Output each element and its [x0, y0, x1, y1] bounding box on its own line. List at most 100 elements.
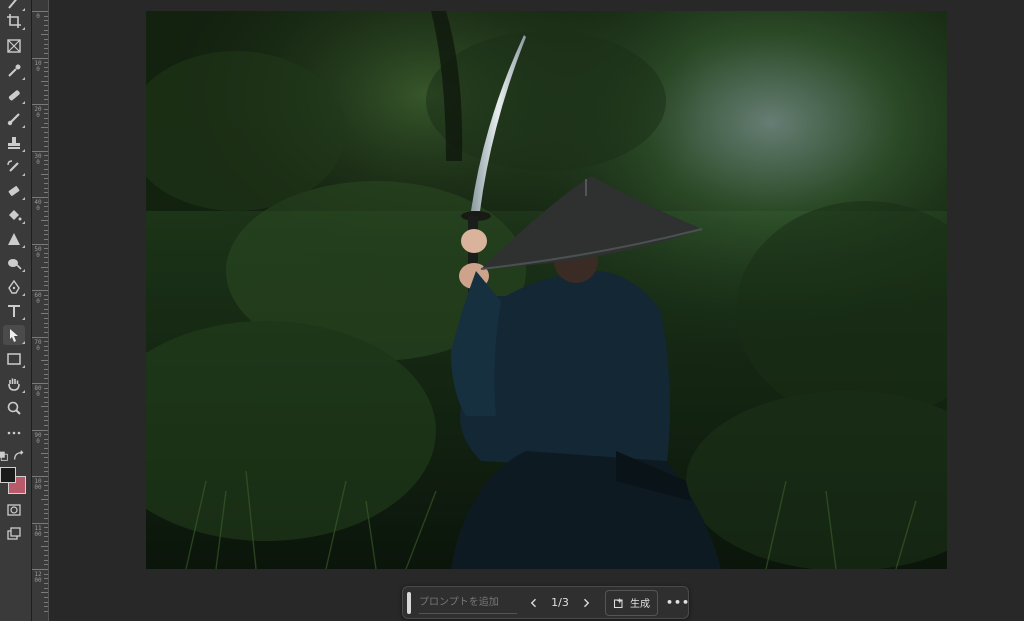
generate-button[interactable]: 生成 — [605, 589, 658, 616]
ruler-minor-tick — [44, 192, 48, 194]
swap-colors-icon[interactable] — [12, 446, 26, 466]
ruler-minor-tick — [44, 178, 48, 180]
ruler-minor-tick — [44, 99, 48, 101]
ruler-minor-tick — [44, 364, 48, 366]
ruler-minor-tick — [44, 187, 48, 189]
hand-tool-icon[interactable] — [3, 374, 25, 394]
path-selection-tool-icon[interactable] — [3, 325, 25, 345]
ruler-minor-tick — [41, 592, 48, 594]
ruler-minor-tick — [44, 536, 48, 538]
ruler-minor-tick — [44, 43, 48, 45]
ruler-label: 1000 — [34, 478, 42, 491]
ruler-minor-tick — [41, 127, 48, 129]
ruler-minor-tick — [44, 234, 48, 236]
ruler-minor-tick — [44, 564, 48, 566]
taskbar-drag-handle[interactable] — [407, 591, 411, 614]
ruler-minor-tick — [44, 271, 48, 273]
generate-icon — [613, 597, 623, 608]
quick-mask-icon[interactable] — [3, 500, 25, 520]
ruler-minor-tick — [44, 373, 48, 375]
spot-healing-tool-icon[interactable] — [3, 85, 25, 105]
ruler-minor-tick — [44, 131, 48, 133]
ruler-minor-tick — [44, 85, 48, 87]
ruler-label: 100 — [34, 59, 42, 73]
rectangle-tool-icon[interactable] — [3, 349, 25, 369]
ruler-minor-tick — [44, 276, 48, 278]
ruler-major-tick — [32, 383, 48, 384]
ruler-major-tick — [32, 197, 48, 198]
ruler-minor-tick — [44, 294, 48, 296]
ruler-minor-tick — [44, 76, 48, 78]
ruler-minor-tick — [41, 34, 48, 36]
chevron-right-icon — [584, 598, 590, 607]
ruler-minor-tick — [44, 29, 48, 31]
variation-page-indicator: 1/3 — [551, 596, 569, 609]
ruler-minor-tick — [44, 303, 48, 305]
brush-icon[interactable] — [3, 109, 25, 129]
ruler-major-tick — [32, 429, 48, 431]
type-tool-icon[interactable] — [3, 301, 25, 321]
sharpen-tool-icon[interactable] — [3, 229, 25, 249]
next-variation-button[interactable] — [577, 591, 595, 615]
ruler-minor-tick — [44, 485, 48, 487]
ruler-minor-tick — [44, 117, 48, 119]
ruler-major-tick — [32, 150, 48, 152]
ruler-label: 0 — [36, 13, 40, 20]
vertical-ruler[interactable]: 0 100 200 300 400 500 600 700 800 900 1000 1100 1200 — [32, 0, 49, 621]
clone-stamp-tool-icon[interactable] — [3, 133, 25, 153]
ruler-minor-tick — [44, 94, 48, 96]
ruler-minor-tick — [44, 350, 48, 352]
ruler-minor-tick — [44, 378, 48, 380]
foreground-color-swatch[interactable] — [0, 467, 16, 483]
crop-tool-icon[interactable] — [3, 11, 25, 31]
ruler-minor-tick — [44, 15, 48, 17]
ruler-minor-tick — [44, 480, 48, 482]
ruler-minor-tick — [44, 24, 48, 26]
document-image[interactable] — [146, 11, 947, 569]
ruler-minor-tick — [44, 457, 48, 459]
paint-bucket-tool-icon[interactable] — [3, 205, 25, 225]
more-options-button[interactable]: ••• — [666, 591, 689, 615]
ruler-minor-tick — [44, 415, 48, 417]
ruler-minor-tick — [44, 317, 48, 319]
ruler-minor-tick — [44, 327, 48, 329]
ruler-major-tick — [32, 336, 48, 338]
ruler-label: 700 — [34, 338, 42, 352]
history-brush-tool-icon[interactable] — [3, 157, 25, 177]
ruler-label: 400 — [34, 199, 42, 212]
default-colors-icon[interactable] — [0, 446, 10, 466]
frame-tool-icon[interactable] — [3, 36, 25, 56]
dodge-tool-icon[interactable] — [3, 253, 25, 273]
ruler-minor-tick — [44, 369, 48, 371]
ruler-minor-tick — [44, 392, 48, 394]
eyedropper-tool-icon[interactable] — [3, 61, 25, 81]
ruler-minor-tick — [44, 503, 48, 505]
contextual-taskbar: 1/3 生成 ••• — [402, 586, 689, 619]
ruler-major-tick — [32, 290, 48, 291]
ruler-minor-tick — [44, 229, 48, 231]
screen-mode-icon[interactable] — [3, 524, 25, 544]
ruler-minor-tick — [44, 550, 48, 552]
ruler-minor-tick — [44, 238, 48, 240]
ruler-minor-tick — [44, 322, 48, 324]
ruler-label: 1200 — [34, 571, 42, 584]
ruler-minor-tick — [44, 555, 48, 557]
ruler-minor-tick — [44, 113, 48, 115]
ruler-minor-tick — [44, 52, 48, 54]
ruler-minor-tick — [44, 145, 48, 147]
ruler-minor-tick — [44, 345, 48, 347]
previous-variation-button[interactable] — [525, 591, 543, 615]
ruler-minor-tick — [44, 527, 48, 529]
ruler-minor-tick — [44, 531, 48, 533]
ruler-label: 300 — [34, 152, 42, 166]
ruler-minor-tick — [44, 489, 48, 491]
eraser-tool-icon[interactable] — [3, 181, 25, 201]
prompt-input[interactable] — [419, 591, 517, 614]
zoom-tool-icon[interactable] — [3, 398, 25, 418]
more-tools-icon[interactable] — [3, 423, 25, 443]
ruler-minor-tick — [44, 508, 48, 510]
pen-tool-icon[interactable] — [3, 277, 25, 297]
ruler-minor-tick — [44, 601, 48, 603]
ruler-minor-tick — [44, 513, 48, 515]
ruler-minor-tick — [44, 164, 48, 166]
